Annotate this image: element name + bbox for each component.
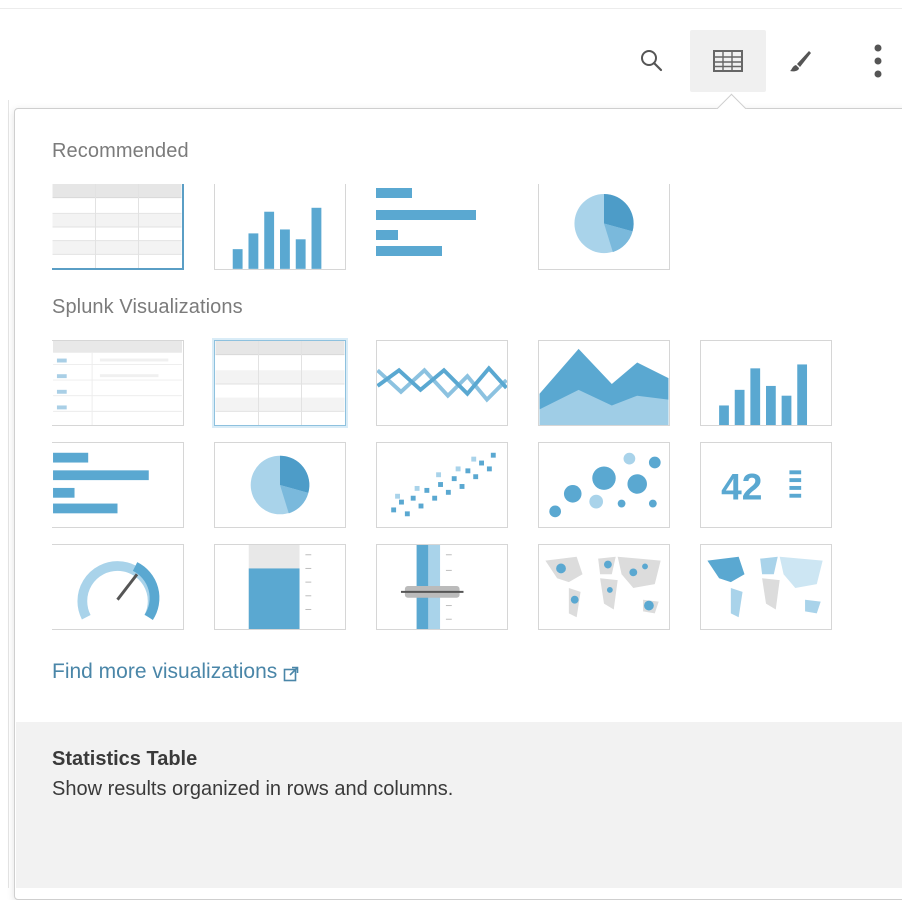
pie-chart-icon [574,193,634,254]
viz-cluster-map[interactable] [538,544,670,630]
marker-gauge-icon [400,545,464,629]
pie-chart-icon [250,455,310,515]
viz-marker-gauge[interactable] [376,544,508,630]
viz-bubble-chart[interactable] [538,442,670,528]
recommended-heading: Recommended [52,140,189,162]
description-text: Show results organized in rows and colum… [52,778,454,800]
bubble-chart-icon [549,452,661,518]
viz-area-chart[interactable] [538,340,670,426]
more-vertical-icon [873,43,883,79]
filler-gauge-icon [248,545,312,629]
external-link-icon [283,664,299,682]
more-options-button[interactable] [858,30,898,92]
table-viz-icon [215,341,345,425]
brush-icon [787,48,813,74]
viz-filler-gauge[interactable] [214,544,346,630]
table-viz-icon [52,184,182,268]
search-icon [639,48,665,74]
viz-statistics-table[interactable] [214,340,346,426]
table-viz-icon [713,50,743,72]
visualization-description-panel: Statistics Table Show results organized … [16,722,902,888]
rec-column-chart[interactable] [214,184,346,270]
viz-radial-gauge[interactable] [52,544,184,630]
events-list-icon [53,341,182,425]
splunk-visualizations-heading: Splunk Visualizations [52,296,243,318]
description-title: Statistics Table [52,748,198,770]
single-value-number: 42 [721,466,762,508]
single-value-icon: 42 [721,466,802,508]
viz-choropleth-map[interactable] [700,544,832,630]
format-button[interactable] [780,30,820,92]
radial-gauge-icon [77,561,160,620]
line-chart-icon [377,365,507,403]
rec-bar-chart[interactable] [376,184,508,270]
viz-events-list[interactable] [52,340,184,426]
column-chart-icon [719,364,808,425]
find-more-visualizations-link[interactable]: Find more visualizations [52,660,299,684]
viz-bar-chart[interactable] [52,442,184,528]
viz-scatter-chart[interactable] [376,442,508,528]
choropleth-map-icon [707,556,823,618]
viz-column-chart[interactable] [700,340,832,426]
top-divider [0,8,902,9]
find-more-label: Find more visualizations [52,660,278,683]
viz-single-value[interactable]: 42 [700,442,832,528]
rec-pie-chart[interactable] [538,184,670,270]
viz-line-chart[interactable] [376,340,508,426]
scatter-chart-icon [391,452,496,517]
cluster-map-icon [545,556,661,618]
visualization-toolbar [0,30,902,92]
area-chart-icon [539,348,669,425]
rec-statistics-table[interactable] [52,184,184,270]
search-button[interactable] [630,30,674,92]
column-chart-icon [232,207,322,269]
viz-pie-chart[interactable] [214,442,346,528]
bar-chart-icon [53,452,149,514]
visualization-type-button[interactable] [690,30,766,92]
left-divider [8,100,9,888]
bar-chart-icon [376,188,476,256]
